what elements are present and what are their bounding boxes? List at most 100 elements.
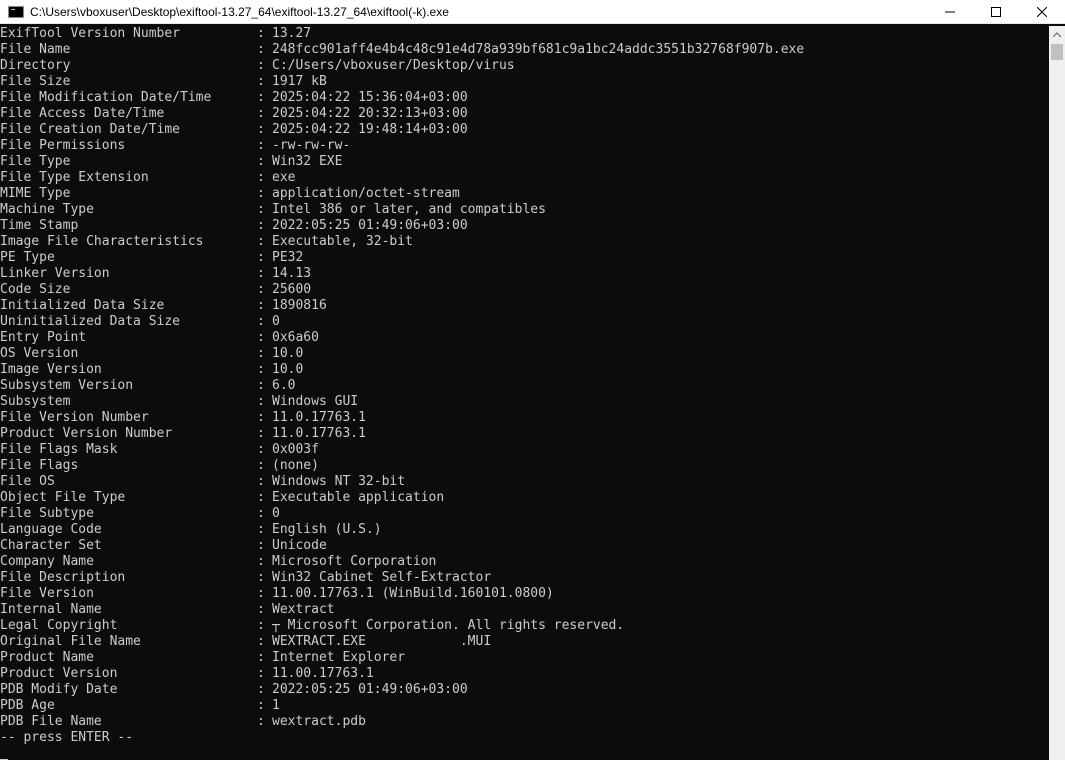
metadata-row: Linker Version:14.13 [0,266,1049,282]
metadata-row: File Creation Date/Time:2025:04:22 19:48… [0,122,1049,138]
scrollbar-thumb[interactable] [1051,44,1063,60]
metadata-row: File Name:248fcc901aff4e4b4c48c91e4d78a9… [0,42,1049,58]
metadata-row: Legal Copyright: ┬ Microsoft Corporation.… [0,618,1049,634]
metadata-row: Subsystem Version:6.0 [0,378,1049,394]
tag-value: Win32 Cabinet Self-Extractor [272,570,492,585]
metadata-row: File Modification Date/Time:2025:04:22 1… [0,90,1049,106]
metadata-row: File Size:1917 kB [0,74,1049,90]
metadata-row: Language Code: English (U.S.) [0,522,1049,538]
tag-separator: : [257,666,265,681]
maximize-button[interactable] [973,0,1019,24]
tag-value: Windows NT 32-bit [272,474,406,489]
tag-separator: : [257,426,265,441]
tag-name: PDB File Name [0,714,102,729]
tag-value: Unicode [272,538,327,553]
tag-separator: : [257,74,265,89]
console-icon [8,5,24,18]
metadata-row: File Permissions: -rw-rw-rw- [0,138,1049,154]
tag-value: 13.27 [272,26,312,41]
tag-name: File Subtype [0,506,94,521]
tag-name: File Permissions [0,138,126,153]
metadata-row: File Flags Mask:0x003f [0,442,1049,458]
tag-value: Microsoft Corporation [272,554,437,569]
tag-separator: : [257,218,265,233]
tag-value: -rw-rw-rw- [272,138,351,153]
tag-value: WEXTRACT.EXE .MUI [272,634,492,649]
close-button[interactable] [1019,0,1065,24]
tag-separator: : [257,122,265,137]
tag-name: MIME Type [0,186,71,201]
tag-separator: : [257,26,265,41]
metadata-row: File Description: Win32 Cabinet Self-Extr… [0,570,1049,586]
minimize-icon [945,11,955,12]
metadata-row: File Type Extension: exe [0,170,1049,186]
tag-value: 2025:04:22 15:36:04+03:00 [272,90,468,105]
tag-value: 14.13 [272,266,312,281]
chevron-up-icon [1053,32,1061,37]
tag-value: application/octet-stream [272,186,460,201]
tag-value: 2022:05:25 01:49:06+03:00 [272,682,468,697]
tag-name: File Description [0,570,126,585]
metadata-row: File OS: Windows NT 32-bit [0,474,1049,490]
tag-separator: : [257,650,265,665]
title-bar[interactable]: C:\Users\vboxuser\Desktop\exiftool-13.27… [0,0,1065,24]
tag-value: 11.0.17763.1 [272,426,366,441]
tag-separator: : [257,330,265,345]
tag-separator: : [257,618,265,633]
metadata-row: OS Version:10.0 [0,346,1049,362]
tag-separator: : [257,202,265,217]
metadata-row: Character Set: Unicode [0,538,1049,554]
tag-name: Time Stamp [0,218,79,233]
metadata-row: Image Version:10.0 [0,362,1049,378]
tag-name: File Type Extension [0,170,149,185]
tag-value: 248fcc901aff4e4b4c48c91e4d78a939bf681c9a… [272,42,805,57]
window-title: C:\Users\vboxuser\Desktop\exiftool-13.27… [30,4,449,19]
tag-name: Linker Version [0,266,110,281]
tag-name: Legal Copyright [0,618,118,633]
tag-name: File OS [0,474,55,489]
scroll-up-button[interactable] [1049,26,1065,43]
tag-separator: : [257,138,265,153]
metadata-row: PDB File Name: wextract.pdb [0,714,1049,730]
metadata-row: Product Version Number:11.0.17763.1 [0,426,1049,442]
metadata-row: Uninitialized Data Size:0 [0,314,1049,330]
tag-name: File Modification Date/Time [0,90,212,105]
metadata-row: File Access Date/Time:2025:04:22 20:32:1… [0,106,1049,122]
tag-name: Subsystem [0,394,71,409]
metadata-row: PE Type: PE32 [0,250,1049,266]
tag-value: 2025:04:22 20:32:13+03:00 [272,106,468,121]
tag-value: Windows GUI [272,394,359,409]
metadata-list: ExifTool Version Number:13.27 File Name:2… [0,26,1049,730]
tag-value: 1890816 [272,298,327,313]
tag-name: Product Version [0,666,118,681]
tag-value: English (U.S.) [272,522,382,537]
console-output[interactable]: ExifTool Version Number:13.27 File Name:2… [0,26,1049,760]
tag-name: File Type [0,154,71,169]
minimize-button[interactable] [927,0,973,24]
tag-name: File Creation Date/Time [0,122,181,137]
tag-name: File Name [0,42,71,57]
tag-separator: : [257,410,265,425]
tag-separator: : [257,234,265,249]
tag-name: Object File Type [0,490,126,505]
tag-value: 0 [272,314,280,329]
tag-separator: : [257,186,265,201]
tag-name: Subsystem Version [0,378,134,393]
tag-separator: : [257,554,265,569]
tag-value: 11.00.17763.1 (WinBuild.160101.0800) [272,586,554,601]
tag-separator: : [257,698,265,713]
tag-name: File Flags Mask [0,442,118,457]
tag-separator: : [257,362,265,377]
tag-value: 0x003f [272,442,319,457]
tag-separator: : [257,282,265,297]
tag-value: 10.0 [272,346,304,361]
tag-separator: : [257,474,265,489]
tag-name: Uninitialized Data Size [0,314,181,329]
tag-value: C:/Users/vboxuser/Desktop/virus [272,58,515,73]
tag-name: Entry Point [0,330,87,345]
metadata-row: File Flags: (none) [0,458,1049,474]
vertical-scrollbar[interactable] [1049,26,1065,760]
tag-value: 0 [272,506,280,521]
tag-separator: : [257,522,265,537]
tag-name: Image Version [0,362,102,377]
